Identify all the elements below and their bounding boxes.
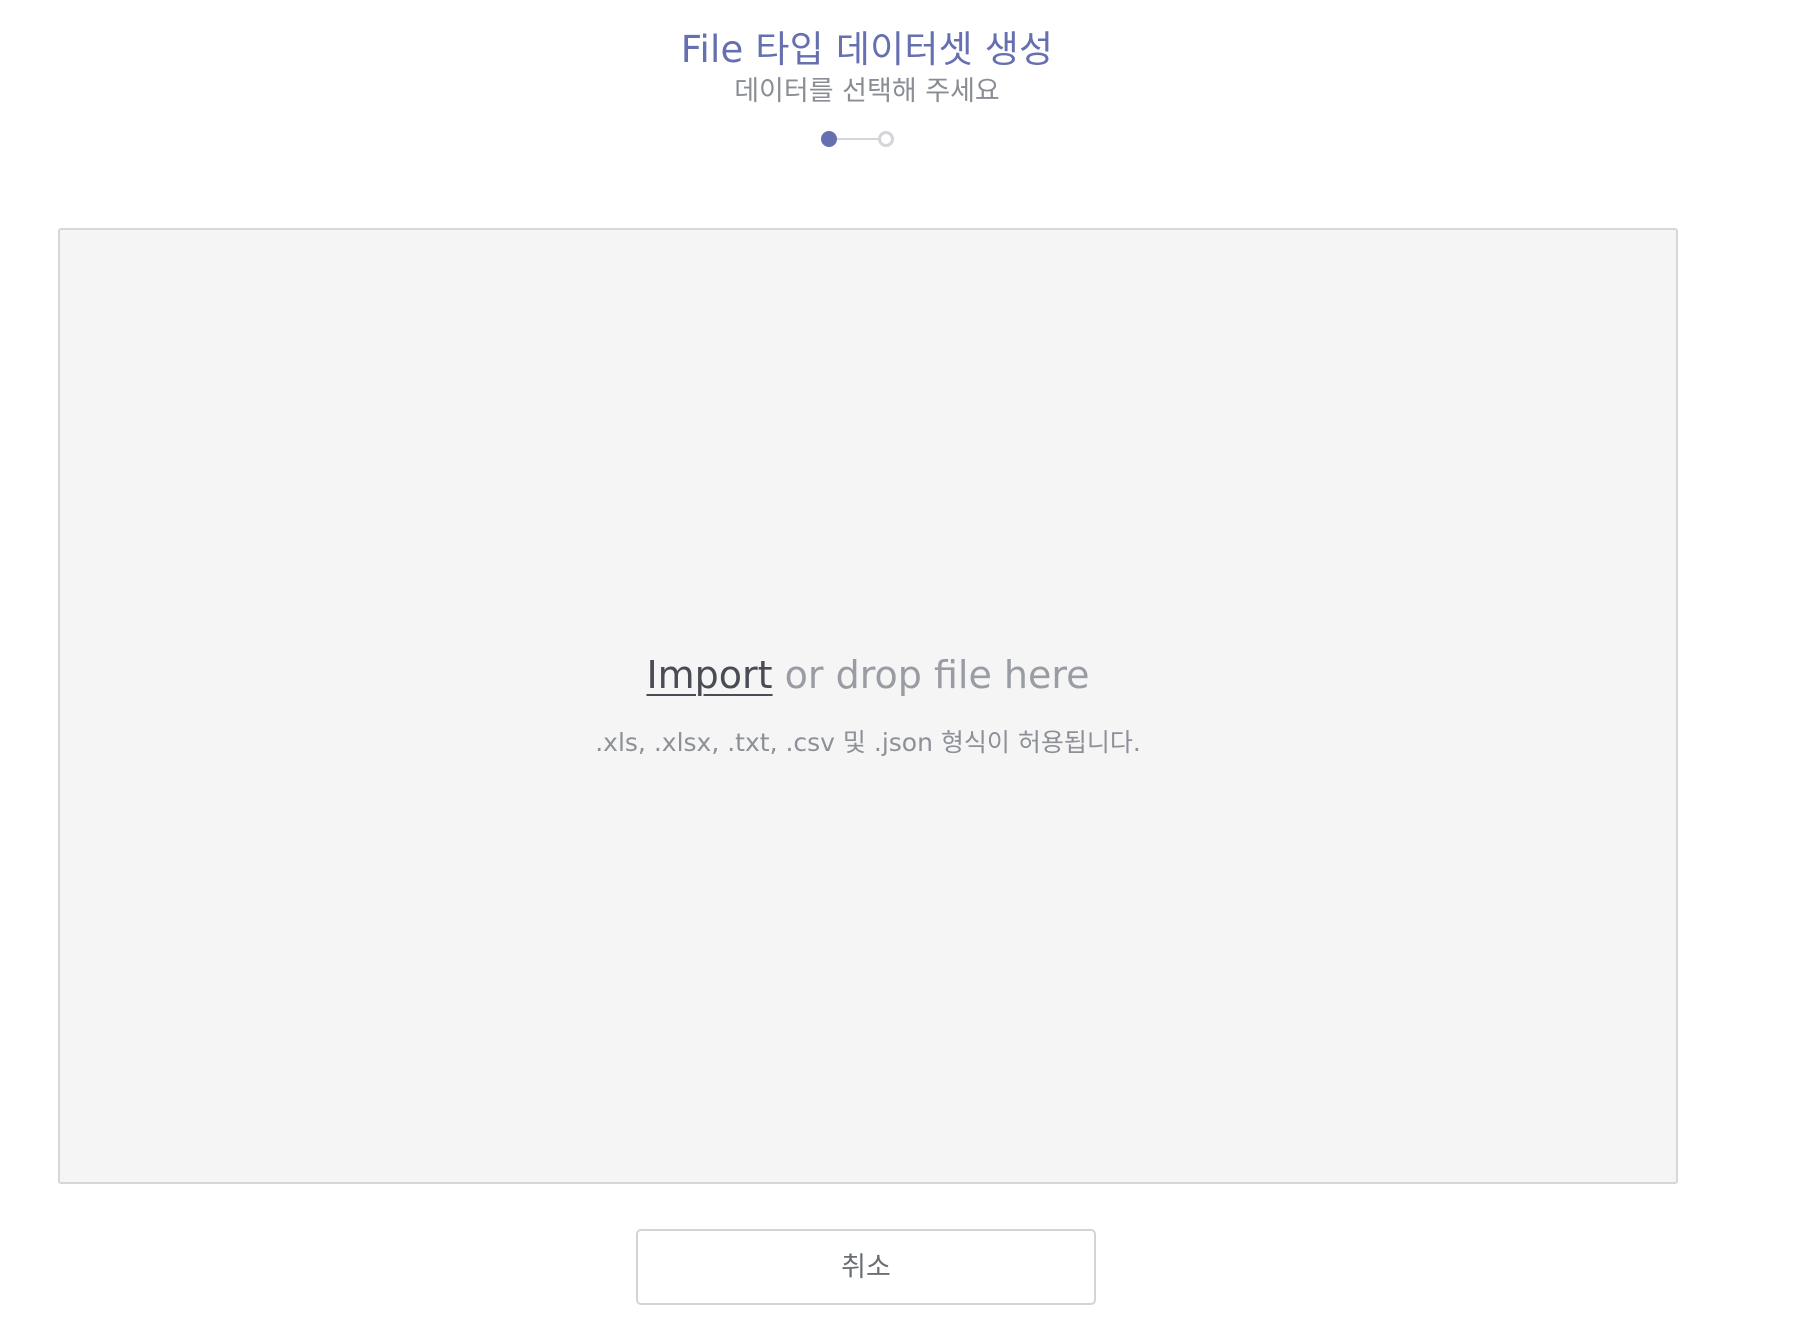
page-subtitle: 데이터를 선택해 주세요 [734,76,1000,107]
import-link[interactable]: Import [646,653,772,697]
step-dot-1-active [821,131,837,147]
step-connector [837,138,878,140]
cancel-button[interactable]: 취소 [636,1229,1096,1305]
step-indicator [818,129,906,153]
page-title: File 타입 데이터셋 생성 [680,28,1054,71]
step-dot-2-inactive [878,131,894,147]
file-dropzone[interactable]: Import or drop file here .xls, .xlsx, .t… [58,228,1678,1184]
page-header: File 타입 데이터셋 생성 데이터를 선택해 주세요 [0,26,1734,110]
drop-text: or drop file here [772,653,1090,697]
drop-instruction: Import or drop file here [60,650,1676,700]
allowed-formats-hint: .xls, .xlsx, .txt, .csv 및 .json 형식이 허용됩니… [595,728,1141,757]
dataset-create-page: File 타입 데이터셋 생성 데이터를 선택해 주세요 Import or d… [0,0,1812,1326]
